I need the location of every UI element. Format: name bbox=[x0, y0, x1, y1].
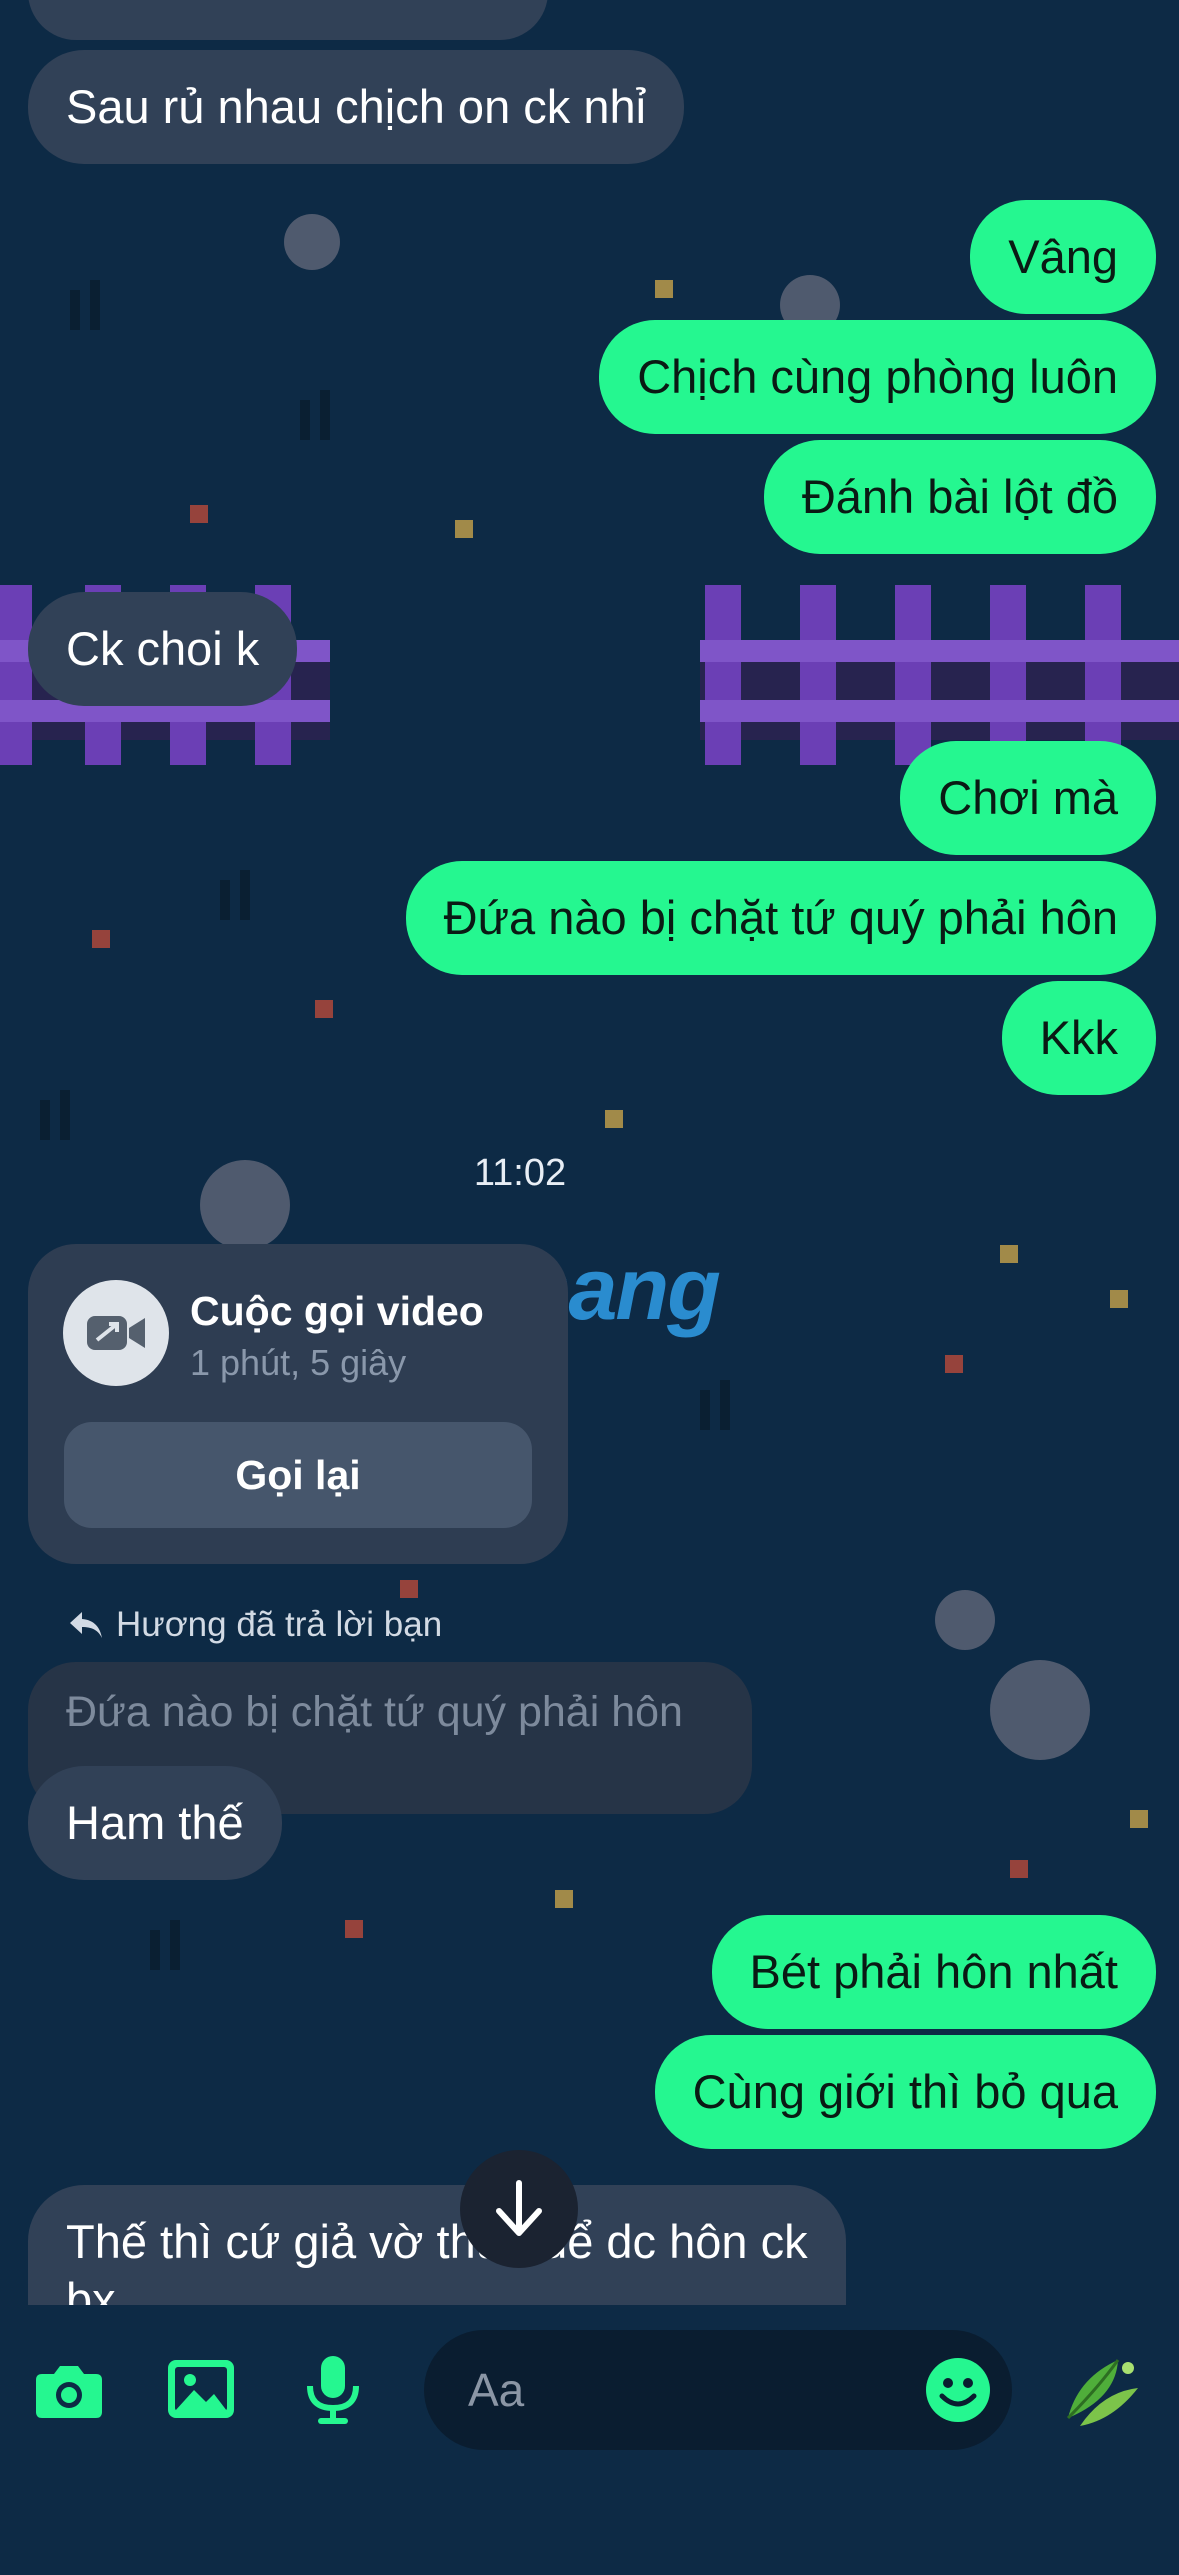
message-text: Sau rủ nhau chịch on ck nhỉ bbox=[66, 80, 647, 133]
message-bubble-incoming[interactable]: Ham thế bbox=[28, 1766, 282, 1880]
message-text: Vâng bbox=[1008, 230, 1118, 283]
message-bubble-incoming[interactable]: Thế thì cứ giả vờ thua để dc hôn ck bx bbox=[28, 2185, 846, 2305]
call-title: Cuộc gọi video bbox=[190, 1288, 484, 1334]
message-bubble-outgoing[interactable]: Chơi mà bbox=[900, 741, 1156, 855]
message-bubble-outgoing[interactable]: Đứa nào bị chặt tứ quý phải hôn bbox=[405, 861, 1156, 975]
message-bubble-incoming[interactable]: Sau rủ nhau chịch on ck nhỉ bbox=[28, 50, 685, 164]
call-duration: 1 phút, 5 giây bbox=[190, 1342, 407, 1383]
message-bubble-outgoing[interactable]: Đánh bài lột đồ bbox=[763, 440, 1156, 554]
video-call-card: Cuộc gọi video 1 phút, 5 giây Gọi lại bbox=[28, 1244, 568, 1564]
microphone-icon[interactable] bbox=[296, 2352, 370, 2426]
scroll-to-bottom-button[interactable] bbox=[460, 2150, 578, 2268]
reply-indicator: Hương đã trả lời bạn bbox=[68, 1605, 442, 1645]
reply-arrow-icon bbox=[70, 1612, 102, 1638]
timestamp-divider: 11:02 bbox=[473, 1152, 567, 1194]
message-text: Chơi mà bbox=[938, 771, 1118, 824]
message-text: Cùng giới thì bỏ qua bbox=[692, 2065, 1118, 2118]
reply-note-text: Hương đã trả lời bạn bbox=[116, 1605, 443, 1644]
leaf-sticker-icon[interactable] bbox=[1058, 2348, 1144, 2434]
image-icon[interactable] bbox=[164, 2352, 238, 2426]
message-bubble-outgoing[interactable]: Vâng bbox=[970, 200, 1156, 314]
message-bubble-outgoing[interactable]: Bét phải hôn nhất bbox=[711, 1915, 1156, 2029]
message-list[interactable]: Sau rủ nhau chịch on ck nhỉ Vâng Chịch c… bbox=[0, 0, 1179, 2305]
message-text: Thế thì cứ giả vờ thua để dc hôn ck bx bbox=[66, 2215, 808, 2305]
arrow-down-icon bbox=[496, 2180, 542, 2236]
message-bubble-incoming[interactable]: Ck choi k bbox=[28, 592, 298, 706]
message-text: Ck choi k bbox=[66, 622, 260, 675]
camera-icon[interactable] bbox=[32, 2352, 106, 2426]
call-back-button[interactable]: Gọi lại bbox=[64, 1422, 532, 1528]
message-text: Đứa nào bị chặt tứ quý phải hôn bbox=[443, 891, 1118, 944]
message-bubble-outgoing[interactable]: Chịch cùng phòng luôn bbox=[599, 320, 1156, 434]
message-input[interactable]: Aa bbox=[424, 2330, 1012, 2450]
message-text: Ham thế bbox=[66, 1796, 244, 1849]
message-bubble-outgoing[interactable]: Cùng giới thì bỏ qua bbox=[654, 2035, 1156, 2149]
message-text: Bét phải hôn nhất bbox=[749, 1945, 1118, 1998]
message-text: Chịch cùng phòng luôn bbox=[637, 350, 1118, 403]
emoji-icon[interactable] bbox=[924, 2356, 992, 2424]
video-call-icon bbox=[63, 1280, 169, 1386]
message-bubble-outgoing[interactable]: Kkk bbox=[1001, 981, 1156, 1095]
quoted-text: Đứa nào bị chặt tứ quý phải hôn bbox=[66, 1688, 683, 1736]
message-text: Kkk bbox=[1039, 1011, 1118, 1064]
message-input-placeholder: Aa bbox=[468, 2364, 525, 2416]
message-text: Đánh bài lột đồ bbox=[801, 470, 1118, 523]
previous-message-edge bbox=[28, 0, 548, 40]
